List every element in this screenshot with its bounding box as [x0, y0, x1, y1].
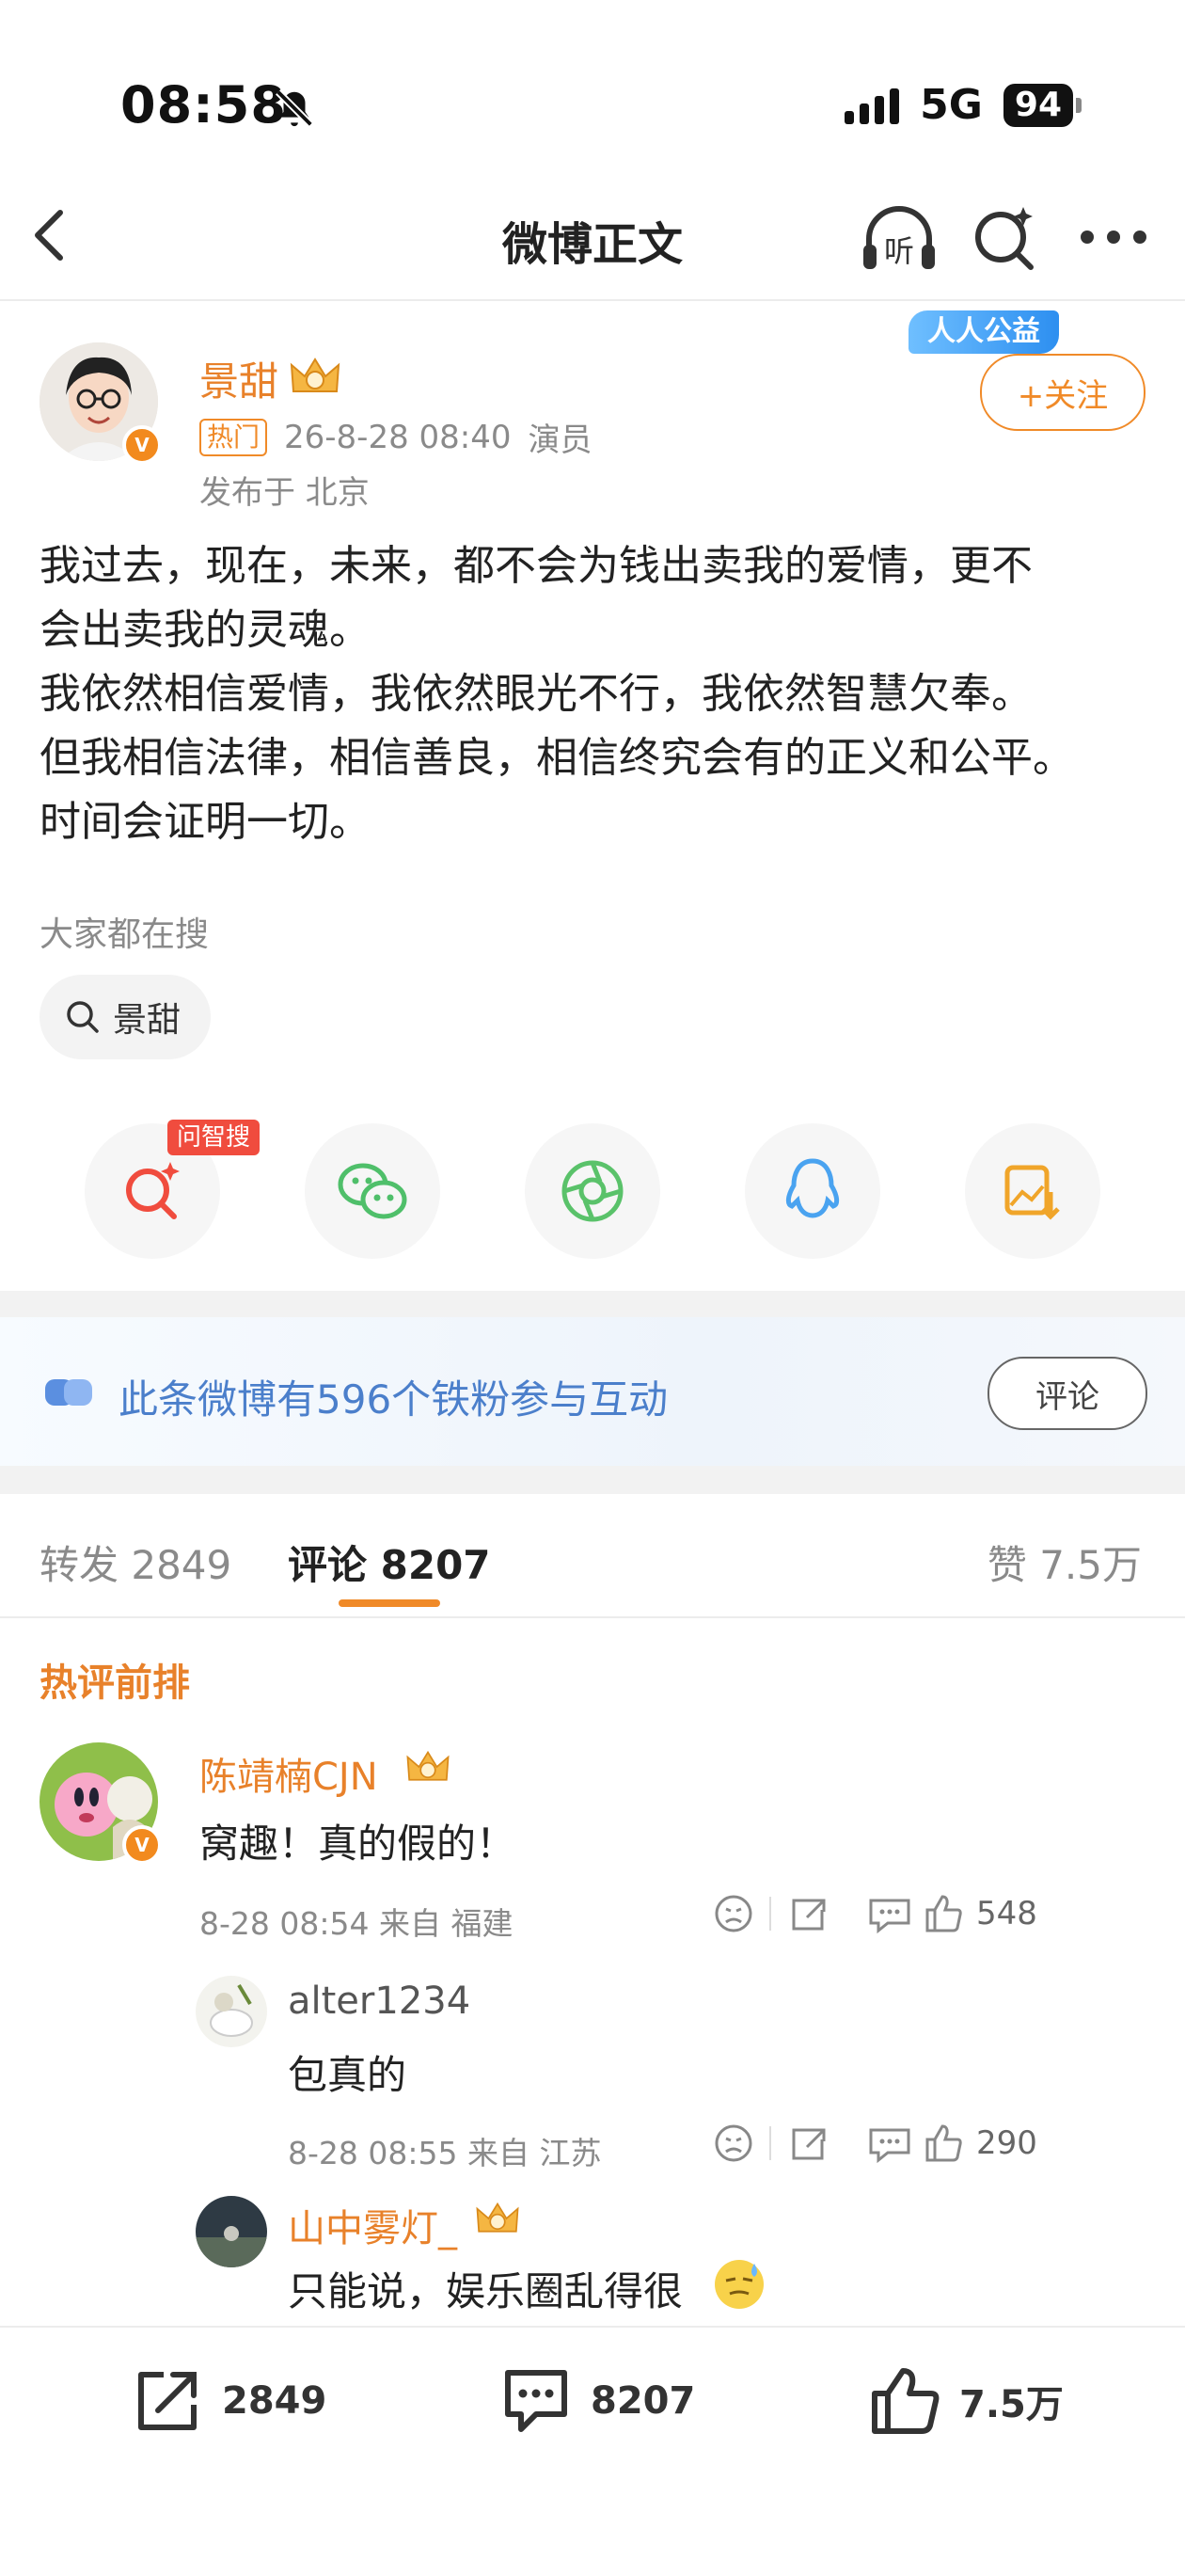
more-icon[interactable]	[1080, 230, 1147, 245]
moments-aperture-icon	[561, 1160, 624, 1222]
post-line: 但我相信法律，相信善良，相信终究会有的正义和公平。	[40, 734, 1074, 782]
comment-text: 包真的	[288, 2052, 407, 2098]
crown-icon	[406, 1750, 450, 1781]
verified-badge-icon: V	[122, 1825, 162, 1865]
post-location: 发布于 北京	[199, 474, 370, 512]
share-icon[interactable]	[786, 1893, 861, 1934]
sweat-smile-emoji-icon	[715, 2260, 764, 2309]
fans-comment-button[interactable]: 评论	[988, 1357, 1147, 1430]
repost-share-icon	[138, 2372, 197, 2430]
status-time: 08:58	[120, 75, 287, 135]
comment-meta: 8-28 08:55 来自 江苏	[288, 2135, 602, 2171]
comment-actions: 290	[713, 2123, 1037, 2164]
verified-badge-icon: V	[122, 425, 162, 465]
post-timestamp: 26-8-28 08:40	[284, 418, 512, 456]
comment-bubble-icon	[505, 2370, 567, 2432]
like-count: 290	[976, 2124, 1037, 2162]
share-qq-button[interactable]	[745, 1123, 880, 1259]
tab-likes[interactable]: 赞 7.5万	[988, 1534, 1142, 1591]
dislike-face-icon[interactable]	[713, 2123, 754, 2164]
section-gap	[0, 1291, 1185, 1317]
battery-icon: 94	[1003, 83, 1082, 127]
bottom-comment-button[interactable]: 8207	[498, 2363, 695, 2439]
bottom-repost-button[interactable]: 2849	[130, 2363, 326, 2439]
ai-search-red-icon	[126, 1162, 180, 1219]
share-moments-button[interactable]	[525, 1123, 660, 1259]
bottom-like-button[interactable]: 7.5万	[867, 2363, 1064, 2439]
share-icon[interactable]	[786, 2123, 861, 2164]
nav-divider	[0, 299, 1185, 301]
post-meta: 热门 26-8-28 08:40 演员	[199, 414, 592, 460]
svg-text:听: 听	[884, 233, 914, 269]
save-image-icon	[1004, 1165, 1060, 1220]
share-wechat-button[interactable]	[305, 1123, 440, 1259]
comment-actions: 548	[713, 1893, 1037, 1934]
tab-active-indicator	[339, 1599, 440, 1607]
comment-text: 只能说，娱乐圈乱得很	[288, 2268, 684, 2314]
mute-bell-icon	[276, 89, 313, 127]
post-line: 时间会证明一切。	[40, 798, 371, 846]
follow-button[interactable]: +关注	[980, 354, 1146, 431]
status-indicators: 5G 94	[845, 81, 1082, 129]
ai-search-icon[interactable]	[972, 203, 1038, 271]
like-count: 548	[976, 1895, 1037, 1932]
thumbs-up-icon	[872, 2368, 940, 2434]
listen-headphones-icon[interactable]: 听	[860, 203, 939, 275]
author-occupation: 演员	[528, 421, 592, 459]
wechat-icon	[338, 1163, 407, 1219]
qq-penguin-icon	[785, 1158, 840, 1218]
thumbs-up-icon[interactable]	[918, 1893, 967, 1934]
fans-tag-icon	[45, 1379, 92, 1406]
tab-comments[interactable]: 评论 8207	[288, 1534, 491, 1591]
charity-badge: 人人公益	[908, 310, 1059, 354]
post-line: 我依然相信爱情，我依然眼光不行，我依然智慧欠奉。	[40, 670, 1033, 718]
post-line: 我过去，现在，未来，都不会为钱出卖我的爱情，更不	[40, 542, 1033, 590]
commenter-name[interactable]: 陈靖楠CJN	[199, 1746, 378, 1801]
tabs-divider	[0, 1616, 1185, 1618]
reply-icon[interactable]	[861, 1893, 918, 1934]
section-gap	[0, 1466, 1185, 1494]
crown-icon	[476, 2202, 519, 2233]
tab-repost[interactable]: 转发 2849	[40, 1534, 231, 1591]
search-icon	[67, 1001, 99, 1033]
repost-count: 2849	[222, 2379, 327, 2423]
hot-comments-heading: 热评前排	[40, 1662, 190, 1705]
post-line: 会出卖我的灵魂。	[40, 606, 371, 654]
like-count: 7.5万	[959, 2383, 1064, 2426]
commenter-name[interactable]: alter1234	[288, 1980, 470, 2023]
comment-count: 8207	[591, 2379, 696, 2423]
save-image-button[interactable]	[965, 1123, 1100, 1259]
search-label: 大家都在搜	[40, 915, 210, 954]
post-content: 我过去，现在，未来，都不会为钱出卖我的爱情，更不 会出卖我的灵魂。 我依然相信爱…	[40, 534, 1149, 854]
hot-tag: 热门	[199, 418, 268, 456]
signal-icon	[845, 87, 900, 124]
commenter-avatar[interactable]	[196, 1976, 267, 2047]
comment-text: 窝趣！真的假的！	[199, 1821, 516, 1867]
thumbs-up-icon[interactable]	[918, 2123, 967, 2164]
comment-meta: 8-28 08:54 来自 福建	[199, 1905, 514, 1942]
commenter-name[interactable]: 山中雾灯_	[288, 2198, 457, 2252]
reply-icon[interactable]	[861, 2123, 918, 2164]
network-label: 5G	[920, 81, 983, 129]
ask-badge: 问智搜	[167, 1120, 261, 1155]
battery-level: 94	[1003, 83, 1073, 127]
commenter-avatar[interactable]	[196, 2196, 267, 2267]
search-chip-label: 景甜	[113, 1001, 182, 1040]
crown-icon	[290, 358, 340, 392]
fans-text: 此条微博有596个铁粉参与互动	[118, 1376, 669, 1423]
dislike-face-icon[interactable]	[713, 1893, 754, 1934]
search-chip[interactable]: 景甜	[40, 975, 212, 1059]
author-name[interactable]: 景甜	[199, 350, 278, 407]
